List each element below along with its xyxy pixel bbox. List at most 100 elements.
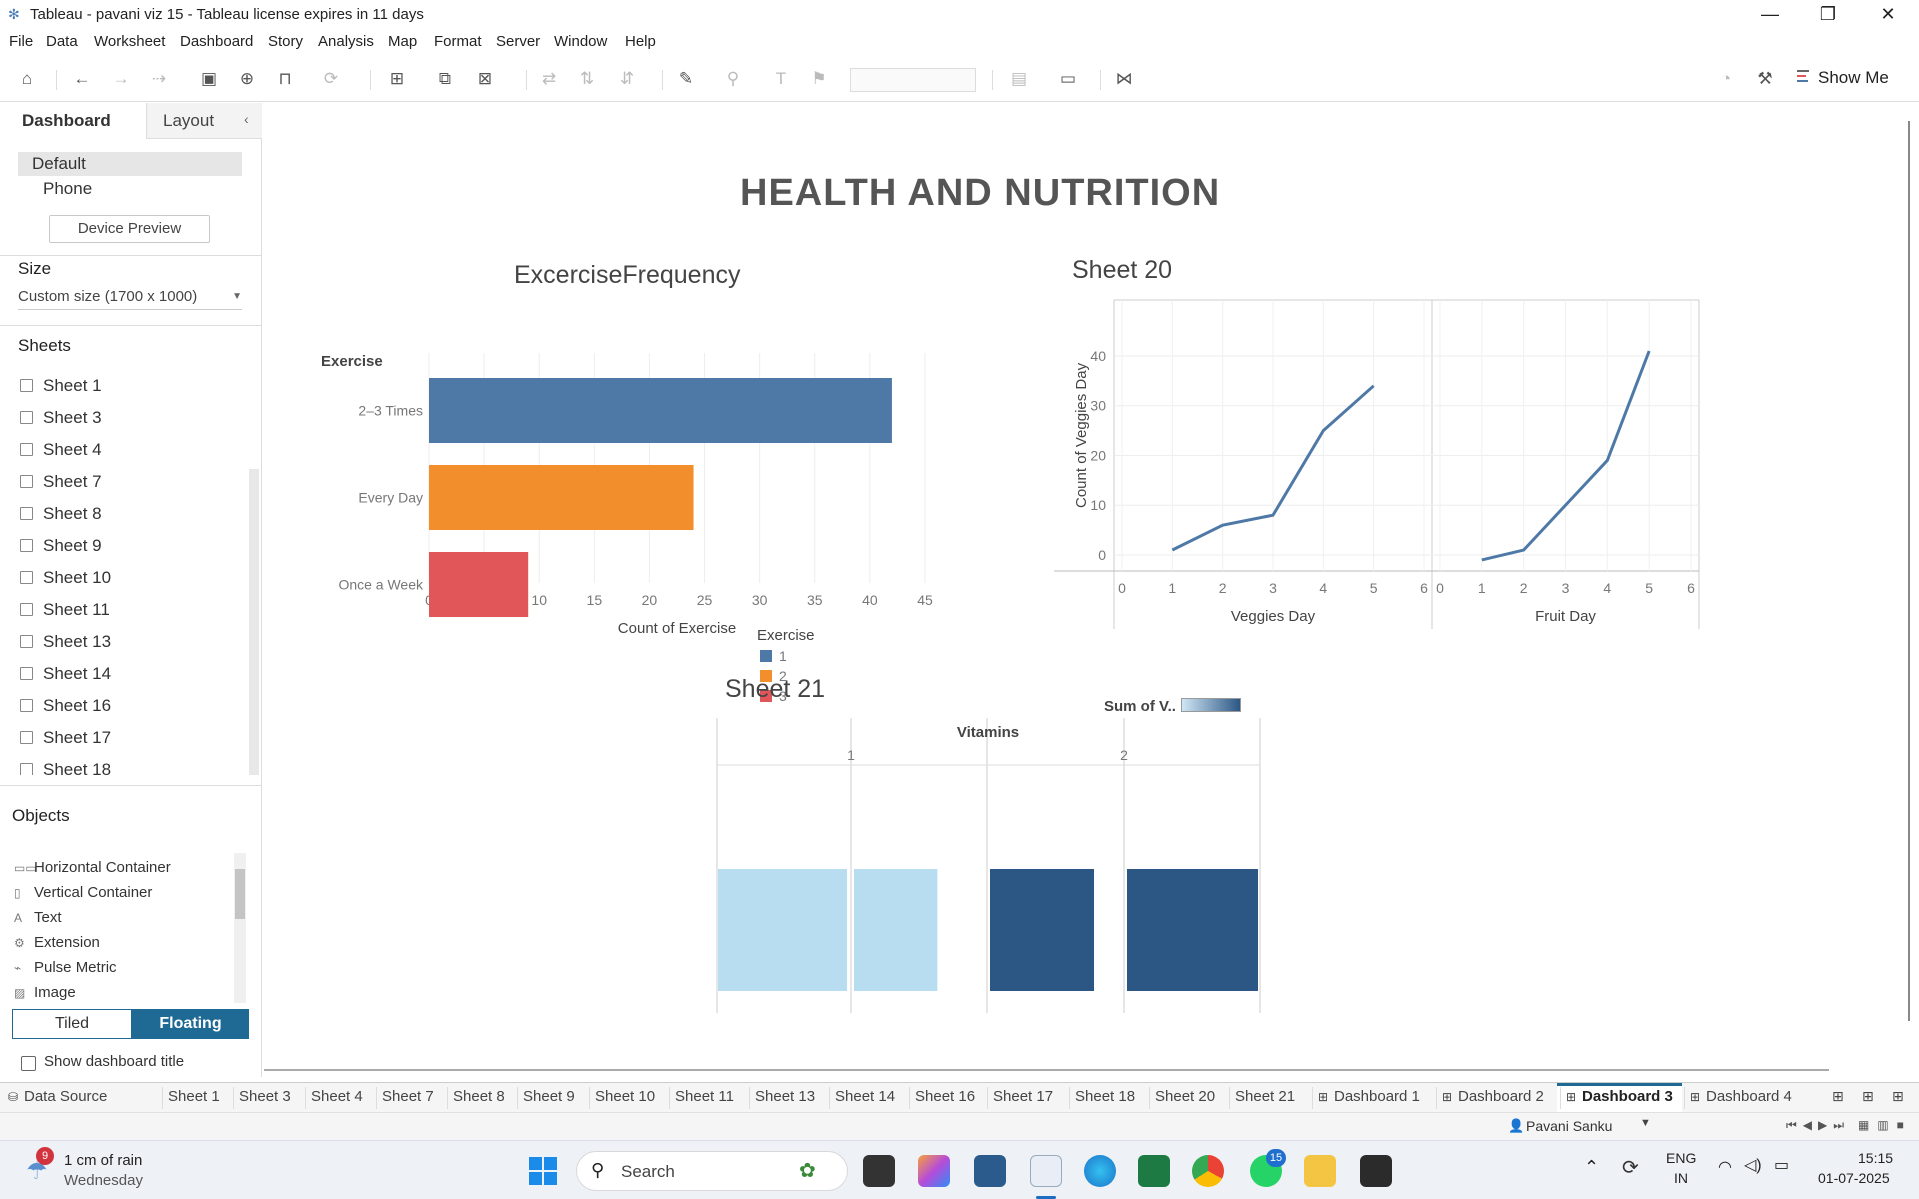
battery-icon[interactable]: ▭ [1774,1155,1789,1175]
sheet-list-item[interactable]: Sheet 10 [20,565,111,591]
terminal-icon[interactable] [1360,1155,1392,1187]
sheet-tab[interactable]: Sheet 7 [382,1088,434,1105]
sheet-list-item[interactable]: Sheet 11 [20,597,110,623]
size-dropdown[interactable]: Custom size (1700 x 1000) ▼ [18,286,242,310]
menu-dashboard[interactable]: Dashboard [180,33,253,50]
objects-scrollbar[interactable] [234,853,246,1003]
new-data-source-icon[interactable]: ⊕ [234,66,260,92]
task-view-icon[interactable] [863,1155,895,1187]
canvas-scrollbar[interactable] [1908,121,1910,1021]
presentation-mode-icon[interactable]: ▭ [1055,66,1081,92]
clear-sheet-icon[interactable]: ⊠ [472,66,498,92]
tab-dashboard[interactable]: Dashboard [0,103,146,139]
minimize-button[interactable]: — [1742,0,1798,30]
canvas-hscrollbar[interactable] [264,1069,1829,1071]
highlight-icon[interactable]: ✎ [673,66,699,92]
mysql-workbench-icon[interactable] [974,1155,1006,1187]
home-icon[interactable]: ⌂ [14,66,40,92]
menu-data[interactable]: Data [46,33,78,50]
object-extension[interactable]: ⚙ Extension [14,932,100,954]
ask-data-icon[interactable]: ◔ [1713,66,1739,92]
sheet-list-item[interactable]: Sheet 1 [20,373,102,399]
chevron-down-icon[interactable]: ▼ [1640,1117,1651,1129]
object-image[interactable]: ▨ Image [14,982,76,1004]
new-worksheet-tab-icon[interactable]: ⊞ [1832,1088,1844,1105]
menu-file[interactable]: File [9,33,33,50]
restore-button[interactable]: ❐ [1800,0,1856,30]
user-name[interactable]: Pavani Sanku [1526,1118,1612,1134]
file-explorer-icon[interactable] [1304,1155,1336,1187]
redo-icon[interactable]: → [108,66,134,92]
menu-format[interactable]: Format [434,33,482,50]
sheet20-line-chart[interactable]: 010203040Count of Veggies Day0 1 2 3 4 5 6Vegg… [1054,293,1714,733]
clock-time[interactable]: 15:15 [1858,1150,1893,1166]
floating-toggle[interactable]: Floating [132,1009,249,1039]
object-horizontal-container[interactable]: ▭▭Horizontal Container [14,857,171,879]
sheet-tab[interactable]: Sheet 20 [1155,1088,1215,1105]
tab-navigation-icon[interactable]: ⏮◀▶⏭ [1786,1118,1850,1133]
object-text[interactable]: A Text [14,907,62,929]
fix-axes-icon[interactable]: ⚑ [806,66,832,92]
undo-icon[interactable]: ← [69,66,95,92]
volume-icon[interactable]: ◁) [1744,1155,1762,1175]
collapse-panel-icon[interactable]: ‹ [244,111,249,127]
sheet-tab[interactable]: Sheet 11 [675,1088,734,1105]
menu-story[interactable]: Story [268,33,303,50]
save-icon[interactable]: ▣ [196,66,222,92]
sheet-tab[interactable]: Sheet 4 [311,1088,363,1105]
replay-icon[interactable]: ⇢ [146,66,172,92]
tiled-toggle[interactable]: Tiled [12,1009,132,1039]
view-toggle-icon[interactable]: ▦▥■ [1858,1118,1912,1132]
copilot-icon[interactable] [918,1155,950,1187]
duplicate-icon[interactable]: ⧉ [432,66,458,92]
sheet-tab[interactable]: Sheet 21 [1235,1088,1295,1105]
device-default[interactable]: Default [18,152,242,176]
sheet-tab[interactable]: Sheet 18 [1075,1088,1135,1105]
language-top[interactable]: ENG [1666,1150,1696,1166]
edge-icon[interactable] [1084,1155,1116,1187]
menu-analysis[interactable]: Analysis [318,33,374,50]
object-vertical-container[interactable]: ▯ Vertical Container [14,882,152,904]
sheet-tab[interactable]: Sheet 9 [523,1088,575,1105]
fit-dropdown[interactable] [850,68,976,92]
show-me-button[interactable]: Show Me [1818,68,1889,88]
excel-icon[interactable] [1138,1155,1170,1187]
sheet-tab[interactable]: Sheet 10 [595,1088,655,1105]
menu-worksheet[interactable]: Worksheet [94,33,165,50]
sheet-tab[interactable]: Sheet 16 [915,1088,975,1105]
new-worksheet-icon[interactable]: ⊞ [384,66,410,92]
sheet-list-item[interactable]: Sheet 13 [20,629,111,655]
show-hidden-icons-icon[interactable]: ⌃ [1584,1157,1599,1178]
sheet-list-item[interactable]: Sheet 8 [20,501,102,527]
label-icon[interactable]: T [768,66,794,92]
windows-start-icon[interactable] [528,1156,558,1186]
sheet-tab[interactable]: Sheet 13 [755,1088,815,1105]
sheet-list-item[interactable]: Sheet 7 [20,469,102,495]
sheet-list-item[interactable]: Sheet 18 [20,757,111,775]
sheet-tab[interactable]: Sheet 3 [239,1088,291,1105]
sheet-tab[interactable]: Dashboard 3 [1582,1088,1673,1105]
menu-help[interactable]: Help [625,33,656,50]
share-icon[interactable]: ⋈ [1111,66,1137,92]
new-dashboard-tab-icon[interactable]: ⊞ [1862,1088,1874,1105]
sheet-list-item[interactable]: Sheet 16 [20,693,111,719]
sort-descending-icon[interactable]: ⇵ [614,66,640,92]
group-icon[interactable]: ⚲ [720,66,746,92]
sheets-scrollbar[interactable] [249,469,259,775]
pause-updates-icon[interactable]: ⊓ [272,66,298,92]
format-painter-icon[interactable]: ⚒ [1752,66,1778,92]
sheet-list-item[interactable]: Sheet 14 [20,661,111,687]
new-story-tab-icon[interactable]: ⊞ [1892,1088,1904,1105]
sheet-tab[interactable]: Dashboard 2 [1458,1088,1544,1105]
device-phone[interactable]: Phone [43,179,92,199]
device-preview-button[interactable]: Device Preview [49,215,210,243]
wifi-icon[interactable]: ◠ [1718,1157,1732,1177]
weather-text[interactable]: 1 cm of rain [64,1152,142,1169]
refresh-icon[interactable]: ⟳ [318,66,344,92]
chrome-icon[interactable] [1192,1155,1224,1187]
object-pulse-metric[interactable]: ⌁ Pulse Metric [14,957,117,979]
sheet-list-item[interactable]: Sheet 4 [20,437,102,463]
show-title-checkbox[interactable] [21,1056,36,1071]
exercise-frequency-chart[interactable]: 051015202530354045ExerciseCount of Exerc… [264,293,984,753]
sheet-tab[interactable]: Sheet 14 [835,1088,895,1105]
